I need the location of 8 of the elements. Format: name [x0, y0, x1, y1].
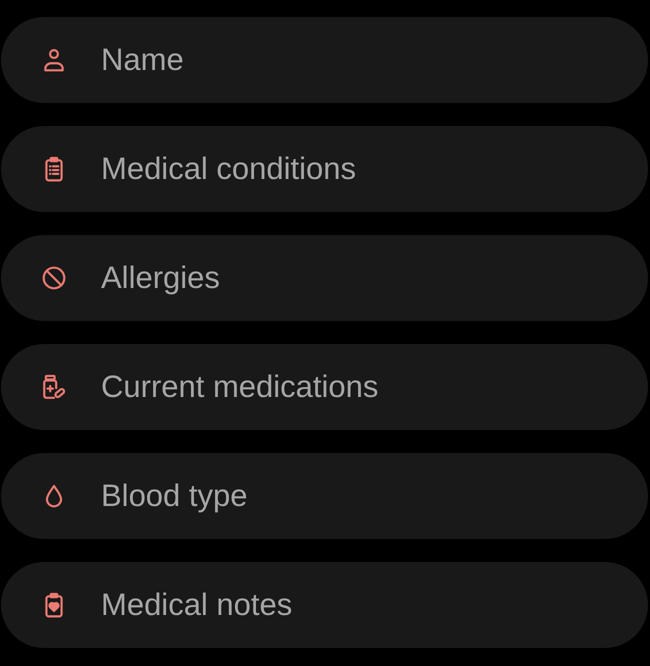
current-medications-field[interactable]: Current medications: [1, 344, 648, 430]
prohibited-icon: [41, 265, 67, 291]
allergies-field[interactable]: Allergies: [1, 235, 648, 321]
medical-notes-field[interactable]: Medical notes: [1, 562, 648, 648]
medicine-bottle-icon: [41, 374, 67, 400]
blood-type-field[interactable]: Blood type: [1, 453, 648, 539]
name-field[interactable]: Name: [1, 17, 648, 103]
medical-conditions-field[interactable]: Medical conditions: [1, 126, 648, 212]
